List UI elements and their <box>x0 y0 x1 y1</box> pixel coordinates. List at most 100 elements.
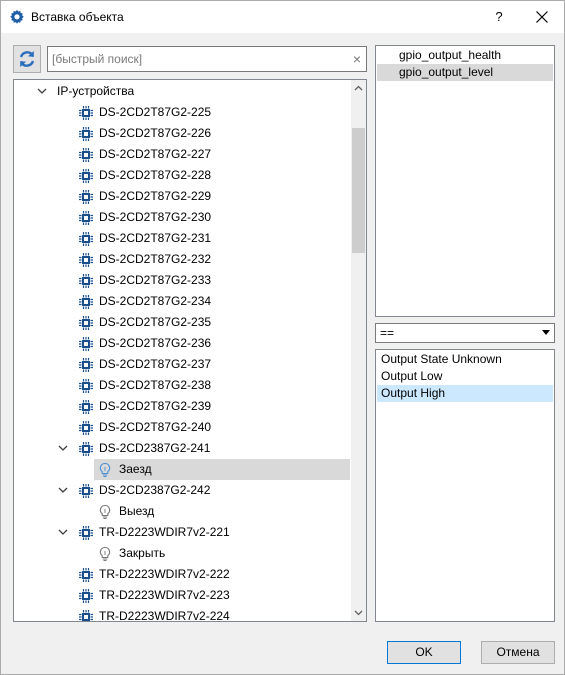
tree-item-label: DS-2CD2T87G2-240 <box>99 420 212 434</box>
object-tree[interactable]: TR-D2223WDIR7v2-224 TR-D2223WDIR7v2-223 TR… <box>13 79 367 622</box>
tree-scrollbar[interactable] <box>351 80 366 621</box>
search-box: × <box>47 46 367 72</box>
tree-item-label: TR-D2223WDIR7v2-223 <box>99 588 230 602</box>
value-item[interactable]: Output State Unknown <box>377 351 553 368</box>
tree-device[interactable]: TR-D2223WDIR7v2-223 <box>14 585 350 606</box>
tree-device[interactable]: DS-2CD2387G2-242 <box>14 480 350 501</box>
tree-item-label: DS-2CD2T87G2-230 <box>99 210 212 224</box>
tree-device[interactable]: DS-2CD2T87G2-237 <box>14 354 350 375</box>
chip-icon <box>78 147 94 163</box>
tree-item-label: DS-2CD2T87G2-236 <box>99 336 212 350</box>
window-title: Вставка объекта <box>31 10 124 24</box>
tree-item-label: DS-2CD2T87G2-225 <box>99 105 212 119</box>
tree-item-label: DS-2CD2387G2-242 <box>99 483 211 497</box>
property-item[interactable]: gpio_output_health <box>377 47 553 64</box>
chip-icon <box>78 420 94 436</box>
chip-icon <box>78 567 94 583</box>
tree-event[interactable]: Закрыть <box>14 543 350 564</box>
tree-group[interactable]: IP-устройства <box>14 81 350 102</box>
tree-device[interactable]: DS-2CD2T87G2-232 <box>14 249 350 270</box>
close-icon <box>536 11 548 23</box>
chip-icon <box>78 210 94 226</box>
chip-icon <box>78 126 94 142</box>
chip-icon <box>78 168 94 184</box>
scroll-down-icon[interactable] <box>351 604 366 621</box>
tree-device[interactable]: TR-D2223WDIR7v2-224 <box>14 606 350 622</box>
tree-device[interactable]: DS-2CD2T87G2-225 <box>14 102 350 123</box>
tree-device[interactable]: DS-2CD2T87G2-234 <box>14 291 350 312</box>
insert-object-dialog: Вставка объекта ? × TR-D2223WDIR7v2-224T… <box>0 0 565 675</box>
chip-icon <box>78 105 94 121</box>
search-input[interactable] <box>52 50 342 68</box>
tree-item-label: Закрыть <box>119 546 166 560</box>
tree-device[interactable]: DS-2CD2T87G2-227 <box>14 144 350 165</box>
property-list[interactable]: gpio_output_health gpio_output_level <box>375 45 555 317</box>
chevron-down-icon[interactable] <box>57 522 69 543</box>
tree-item-label: DS-2CD2T87G2-232 <box>99 252 212 266</box>
lightbulb-icon <box>97 462 113 478</box>
tree-device[interactable]: DS-2CD2T87G2-239 <box>14 396 350 417</box>
chip-icon <box>78 525 94 541</box>
refresh-button[interactable] <box>13 45 41 73</box>
ok-button[interactable]: OK <box>387 641 461 664</box>
chip-icon <box>78 231 94 247</box>
clear-search-icon[interactable]: × <box>353 51 361 67</box>
tree-device[interactable]: DS-2CD2T87G2-233 <box>14 270 350 291</box>
tree-device[interactable]: DS-2CD2T87G2-231 <box>14 228 350 249</box>
chip-icon <box>78 294 94 310</box>
scroll-thumb[interactable] <box>352 128 365 253</box>
chip-icon <box>78 399 94 415</box>
title-bar: Вставка объекта ? <box>1 1 564 33</box>
tree-item-label: DS-2CD2T87G2-233 <box>99 273 212 287</box>
tree-device[interactable]: DS-2CD2T87G2-240 <box>14 417 350 438</box>
tree-device[interactable]: TR-D2223WDIR7v2-222 <box>14 564 350 585</box>
tree-item-label: Выезд <box>119 504 155 518</box>
chevron-down-icon[interactable] <box>57 480 69 501</box>
tree-item-label: DS-2CD2T87G2-235 <box>99 315 212 329</box>
tree-device[interactable]: DS-2CD2T87G2-228 <box>14 165 350 186</box>
tree-item-label: DS-2CD2387G2-241 <box>99 441 211 455</box>
tree-event[interactable]: Заезд <box>14 459 350 480</box>
tree-item-label: TR-D2223WDIR7v2-222 <box>99 567 230 581</box>
chip-icon <box>78 483 94 499</box>
chip-icon <box>78 336 94 352</box>
tree-device[interactable]: DS-2CD2T87G2-238 <box>14 375 350 396</box>
tree-device[interactable]: DS-2CD2T87G2-236 <box>14 333 350 354</box>
tree-device[interactable]: DS-2CD2T87G2-229 <box>14 186 350 207</box>
chip-icon <box>78 357 94 373</box>
chip-icon <box>78 189 94 205</box>
operator-value: == <box>380 326 395 340</box>
tree-item-label: DS-2CD2T87G2-237 <box>99 357 212 371</box>
gear-icon <box>9 9 25 25</box>
chevron-down-icon[interactable] <box>36 81 48 102</box>
tree-item-label: DS-2CD2T87G2-234 <box>99 294 212 308</box>
value-item[interactable]: Output Low <box>377 368 553 385</box>
property-item[interactable]: gpio_output_level <box>377 64 553 81</box>
tree-device[interactable]: TR-D2223WDIR7v2-221 <box>14 522 350 543</box>
tree-item-label: DS-2CD2T87G2-227 <box>99 147 212 161</box>
tree-item-label: TR-D2223WDIR7v2-224 <box>99 609 230 622</box>
tree-device[interactable]: DS-2CD2T87G2-226 <box>14 123 350 144</box>
tree-item-label: IP-устройства <box>57 84 135 98</box>
tree-item-label: DS-2CD2T87G2-231 <box>99 231 212 245</box>
help-button[interactable]: ? <box>485 4 513 30</box>
chevron-down-icon[interactable] <box>57 438 69 459</box>
tree-event[interactable]: Выезд <box>14 501 350 522</box>
tree-device[interactable]: DS-2CD2T87G2-235 <box>14 312 350 333</box>
chip-icon <box>78 315 94 331</box>
tree-item-label: DS-2CD2T87G2-229 <box>99 189 212 203</box>
lightbulb-icon <box>97 546 113 562</box>
close-button[interactable] <box>528 4 556 30</box>
operator-select[interactable]: == <box>375 323 555 343</box>
chevron-down-icon <box>542 330 550 335</box>
value-list[interactable]: Output State Unknown Output Low Output Hig… <box>375 349 555 622</box>
tree-device[interactable]: DS-2CD2T87G2-230 <box>14 207 350 228</box>
value-item[interactable]: Output High <box>377 385 553 402</box>
scroll-up-icon[interactable] <box>351 80 366 97</box>
tree-device[interactable]: DS-2CD2387G2-241 <box>14 438 350 459</box>
chip-icon <box>78 609 94 621</box>
cancel-button[interactable]: Отмена <box>481 641 555 664</box>
chip-icon <box>78 378 94 394</box>
tree-item-label: DS-2CD2T87G2-238 <box>99 378 212 392</box>
chip-icon <box>78 588 94 604</box>
